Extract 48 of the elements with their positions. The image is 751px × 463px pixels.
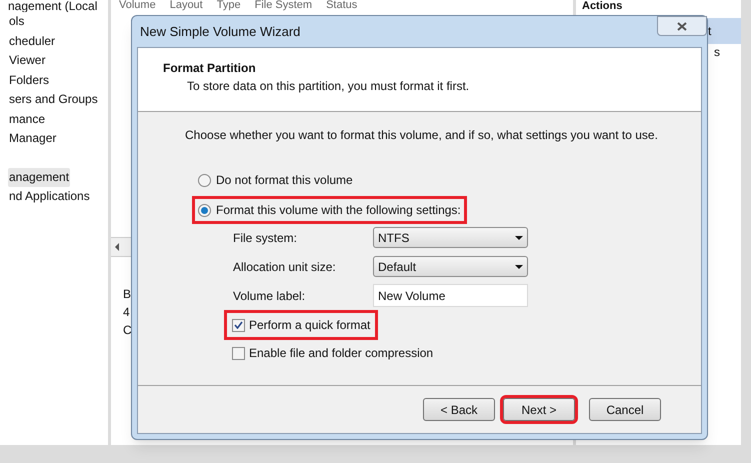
column-header[interactable]: Type <box>216 0 241 12</box>
radio-option[interactable]: Format this volume with the following settings: <box>195 199 464 221</box>
checkbox-label: Perform a quick format <box>249 317 370 334</box>
checkbox-option[interactable]: Enable file and folder compression <box>227 341 438 365</box>
radio-button[interactable] <box>198 174 211 186</box>
disk-info-text: B <box>123 286 132 303</box>
page-heading: Format Partition <box>163 60 257 77</box>
radio-button[interactable] <box>198 204 211 216</box>
checkbox[interactable] <box>232 318 245 332</box>
dialog-button[interactable]: Cancel <box>589 398 661 421</box>
tree-item[interactable]: mance <box>8 110 46 129</box>
disk-info-text: C <box>123 322 132 339</box>
radio-option[interactable]: Do not format this volume <box>195 169 356 191</box>
column-header[interactable]: Layout <box>170 0 203 12</box>
scroll-left-icon[interactable] <box>115 243 119 251</box>
field-label: File system: <box>233 230 298 246</box>
window-title: New Simple Volume Wizard <box>139 22 300 41</box>
column-header[interactable]: File System <box>254 0 312 12</box>
tree-item[interactable]: anagement <box>8 168 70 187</box>
dropdown-field[interactable]: NTFS <box>373 227 528 248</box>
dropdown-arrow-icon <box>515 264 523 268</box>
tree-item[interactable]: nd Applications <box>8 187 91 206</box>
dialog-button[interactable]: Next > <box>503 398 575 421</box>
dialog-button[interactable]: < Back <box>423 398 495 421</box>
tree-item[interactable]: sers and Groups <box>8 90 99 110</box>
checkbox-option[interactable]: Perform a quick format <box>227 313 376 337</box>
field-label: Allocation unit size: <box>233 258 337 276</box>
column-header[interactable]: Status <box>326 0 358 12</box>
close-icon <box>677 22 687 30</box>
dropdown-arrow-icon <box>515 236 523 240</box>
checkbox-label: Enable file and folder compression <box>249 345 434 362</box>
close-button[interactable] <box>657 16 707 36</box>
page-subtitle: To store data on this partition, you must format it first. <box>186 78 470 95</box>
tree-item[interactable]: Manager <box>8 129 58 148</box>
radio-label: Format this volume with the following settings: <box>216 202 461 219</box>
disk-info-text: 4 <box>123 304 130 321</box>
column-header[interactable]: Volume <box>119 0 156 12</box>
field-label: Volume label: <box>233 288 306 304</box>
tree-item[interactable]: Folders <box>8 70 50 90</box>
input-field[interactable]: New Volume <box>373 284 528 307</box>
tree-item[interactable]: Viewer <box>8 51 46 70</box>
dropdown-field[interactable]: Default <box>373 256 528 277</box>
actions-title: Actions <box>581 0 624 12</box>
tree-item[interactable]: cheduler <box>8 32 56 51</box>
checkbox[interactable] <box>232 346 245 360</box>
radio-label: Do not format this volume <box>216 172 353 189</box>
tree-item[interactable]: ols <box>8 12 26 32</box>
instruction-text: Choose whether you want to format this volume, and if so, what settings you want to use. <box>185 127 659 144</box>
